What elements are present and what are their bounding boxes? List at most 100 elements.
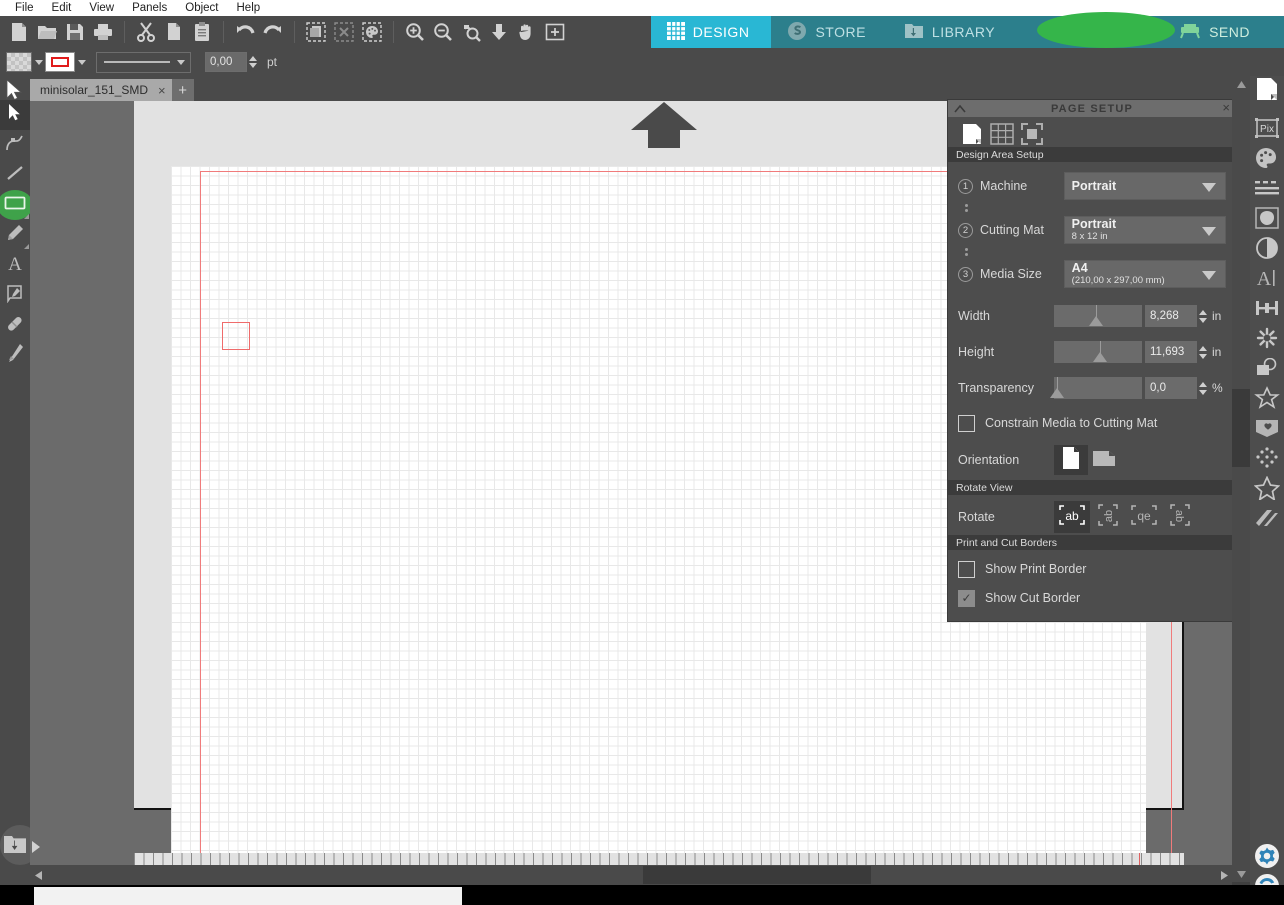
stroke-color-swatch[interactable] <box>45 52 75 72</box>
tool-knife[interactable] <box>0 340 30 370</box>
tab-store[interactable]: STORE <box>771 16 887 48</box>
expand-right-arrow-icon[interactable] <box>32 841 40 853</box>
redo-arrow-icon[interactable] <box>259 18 287 46</box>
panel-design-star[interactable] <box>1250 474 1284 505</box>
panel-fill-color[interactable] <box>1250 145 1284 175</box>
orientation-landscape-button[interactable] <box>1088 445 1122 475</box>
tool-select[interactable] <box>0 100 30 130</box>
panel-sketch[interactable] <box>1250 325 1284 355</box>
panel-tab-grid[interactable] <box>989 121 1015 146</box>
rotate-270-button[interactable]: ab <box>1162 501 1198 533</box>
line-width-input[interactable]: 0,00 <box>205 52 247 72</box>
print-icon[interactable] <box>89 18 117 46</box>
vertical-scrollbar[interactable] <box>1232 76 1250 882</box>
open-folder-icon[interactable] <box>33 18 61 46</box>
tool-notes[interactable] <box>0 280 30 310</box>
copy-icon[interactable] <box>160 18 188 46</box>
menu-item-help[interactable]: Help <box>228 0 270 16</box>
scroll-up-arrow-icon[interactable] <box>1232 76 1250 92</box>
vertical-scroll-track[interactable] <box>1232 92 1250 866</box>
vertical-scroll-thumb[interactable] <box>1232 389 1250 467</box>
zoom-selection-icon[interactable] <box>457 18 485 46</box>
height-stepper[interactable] <box>1197 341 1208 363</box>
width-input[interactable]: 8,268 <box>1145 305 1197 327</box>
tab-send[interactable]: SEND <box>1017 12 1284 48</box>
pan-hand-icon[interactable] <box>513 18 541 46</box>
transparency-input[interactable]: 0,0 <box>1145 377 1197 399</box>
tool-more-corner-icon[interactable] <box>24 214 29 219</box>
line-style-dropdown[interactable] <box>96 51 191 73</box>
tab-design[interactable]: DESIGN <box>650 16 772 48</box>
rotate-0-button[interactable]: ab <box>1054 501 1090 533</box>
scroll-down-arrow-icon[interactable] <box>1232 866 1250 882</box>
width-stepper[interactable] <box>1197 305 1208 327</box>
undo-arrow-icon[interactable] <box>231 18 259 46</box>
add-tab-button[interactable]: + <box>171 79 194 101</box>
save-icon[interactable] <box>61 18 89 46</box>
close-icon[interactable]: × <box>1222 100 1230 115</box>
transparency-stepper[interactable] <box>1197 377 1208 399</box>
panel-store[interactable] <box>1250 415 1284 445</box>
menu-item-edit[interactable]: Edit <box>43 0 81 16</box>
line-style-chevron-down-icon[interactable] <box>174 52 187 72</box>
tab-library[interactable]: LIBRARY <box>888 16 1017 48</box>
rotate-90-button[interactable]: ab <box>1090 501 1126 533</box>
menu-item-view[interactable]: View <box>80 0 123 16</box>
constrain-media-checkbox[interactable] <box>958 414 975 432</box>
scroll-right-arrow-icon[interactable] <box>1216 865 1232 885</box>
panel-modify[interactable] <box>1250 235 1284 265</box>
tool-eraser[interactable] <box>0 310 30 340</box>
tool-text[interactable]: A <box>0 250 30 280</box>
width-slider[interactable] <box>1054 305 1142 327</box>
fill-dropdown-chevron-down-icon[interactable] <box>32 52 45 72</box>
zoom-out-icon[interactable] <box>429 18 457 46</box>
new-document-icon[interactable] <box>5 18 33 46</box>
tool-draw-curve[interactable] <box>0 130 30 160</box>
select-all-icon[interactable] <box>302 18 330 46</box>
panel-my-library[interactable] <box>1250 385 1284 415</box>
tool-more-corner-icon[interactable] <box>24 244 29 249</box>
zoom-in-icon[interactable] <box>401 18 429 46</box>
fit-window-icon[interactable] <box>541 18 569 46</box>
panel-rhinestones[interactable] <box>1250 445 1284 475</box>
panel-tab-page[interactable] <box>959 121 985 146</box>
cutting-mat-select[interactable]: Portrait 8 x 12 in <box>1063 216 1226 244</box>
show-print-border-checkbox[interactable] <box>958 560 975 578</box>
rectangle-shape[interactable] <box>222 322 250 350</box>
panel-page-setup[interactable] <box>1250 76 1284 106</box>
panel-transform[interactable] <box>1250 295 1284 325</box>
menu-item-object[interactable]: Object <box>176 0 227 16</box>
machine-select[interactable]: Portrait <box>1063 172 1226 200</box>
panel-trace[interactable] <box>1250 205 1284 235</box>
media-size-select[interactable]: A4 (210,00 x 297,00 mm) <box>1063 260 1226 288</box>
fill-color-swatch[interactable] <box>6 52 32 72</box>
paste-icon[interactable] <box>188 18 216 46</box>
panel-fill-pattern[interactable] <box>1250 505 1284 535</box>
height-slider[interactable] <box>1054 341 1142 363</box>
select-by-color-icon[interactable] <box>358 18 386 46</box>
orientation-portrait-button[interactable] <box>1054 445 1088 475</box>
stroke-dropdown-chevron-down-icon[interactable] <box>75 52 88 72</box>
collapse-up-arrow-icon[interactable] <box>627 101 701 148</box>
menu-item-file[interactable]: File <box>6 0 43 16</box>
panel-offset[interactable] <box>1250 355 1284 385</box>
rotate-180-button[interactable]: qe <box>1126 501 1162 533</box>
document-tab[interactable]: minisolar_151_SMD × <box>30 79 172 101</box>
transparency-slider[interactable] <box>1050 377 1142 399</box>
tool-freehand[interactable] <box>0 220 30 250</box>
library-download-icon[interactable] <box>3 833 27 857</box>
deselect-all-icon[interactable] <box>330 18 358 46</box>
close-icon[interactable]: × <box>158 83 166 98</box>
chevron-up-icon[interactable] <box>953 102 967 120</box>
show-cut-border-checkbox[interactable] <box>958 589 975 607</box>
tool-draw-line[interactable] <box>0 160 30 190</box>
height-input[interactable]: 11,693 <box>1145 341 1197 363</box>
preferences-button[interactable] <box>1250 843 1284 873</box>
fit-to-page-icon[interactable] <box>485 18 513 46</box>
scroll-left-arrow-icon[interactable] <box>30 865 46 885</box>
panel-tab-registration[interactable] <box>1019 121 1045 146</box>
tool-draw-rectangle[interactable] <box>0 190 33 220</box>
menu-item-panels[interactable]: Panels <box>123 0 176 16</box>
cut-scissors-icon[interactable] <box>132 18 160 46</box>
panel-text-style[interactable]: A <box>1250 265 1284 295</box>
